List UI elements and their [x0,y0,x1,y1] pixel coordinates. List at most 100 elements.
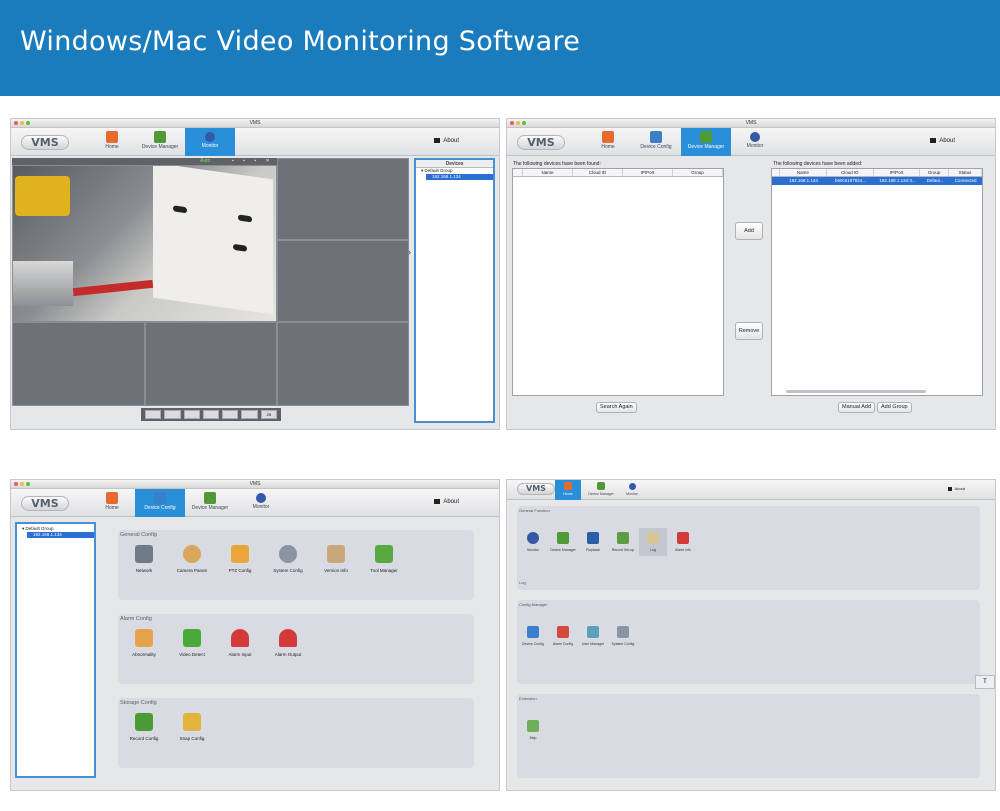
tab-device-config[interactable]: Device Config [135,489,185,517]
found-devices-table[interactable]: Name Cloud ID IP/Port Group [512,168,724,396]
add-group-button[interactable]: Add Group [877,402,912,413]
tab-home[interactable]: Home [555,480,581,500]
layout-25-button[interactable]: 25 [260,410,277,419]
about-button[interactable]: About [434,138,459,144]
system-config-shortcut[interactable]: System Config [609,626,637,646]
layout-9-button[interactable] [222,410,239,419]
video-detect-button[interactable]: Video Detect [167,629,217,657]
monitor-window: VMS VMS Home Device Manager Monitor Abou… [10,118,500,430]
video-cell-2[interactable] [277,158,409,240]
alarm-output-button[interactable]: Alarm Output [263,629,313,657]
ptz-config-button[interactable]: PTZ Config [215,545,265,573]
tab-home-label: Home [105,144,119,150]
network-button[interactable]: Network [119,545,169,573]
about-button[interactable]: About [434,499,459,505]
add-button[interactable]: Add [735,222,763,240]
found-table-header: Name Cloud ID IP/Port Group [513,169,723,177]
equipment-image [13,261,73,306]
video-cell-3[interactable] [277,240,409,322]
device-config-shortcut[interactable]: Device Config [519,626,547,646]
column-header[interactable]: IP/Port [623,169,673,176]
tree-device[interactable]: 192.168.1.134 [426,174,493,180]
tab-monitor[interactable]: Monitor [185,128,235,156]
device-config-window: VMS VMS Home Device Config Device Manage… [10,479,500,791]
tab-monitor-label: Monitor [201,143,219,149]
added-devices-table[interactable]: Name Cloud ID IP/Port Group Status 192.1… [771,168,983,396]
device-manager-shortcut[interactable]: Device Manager [549,532,577,552]
about-button[interactable]: About [947,486,965,491]
monitor-icon [256,493,266,503]
about-button[interactable]: About [930,138,955,144]
tab-device-config[interactable]: Device Config [633,128,679,156]
select-column[interactable] [513,169,523,176]
column-header[interactable]: Name [523,169,573,176]
video-controls[interactable]: ▪ ▪ ▪ ✕ [232,158,274,165]
layout-4-button[interactable] [164,410,181,419]
alarm-config-shortcut[interactable]: Alarm Config [549,626,577,646]
tab-home[interactable]: Home [99,128,125,156]
home-icon [602,131,614,143]
tab-device-manager[interactable]: Device Manager [137,128,183,156]
tab-monitor[interactable]: Monitor [619,480,645,500]
tab-monitor[interactable]: Monitor [243,489,279,517]
shortcut-label: Alarm Config [552,642,574,646]
tab-device-manager[interactable]: Device Manager [583,480,619,500]
tab-home[interactable]: Home [99,489,125,517]
abnormality-button[interactable]: Abnormality [119,629,169,657]
monitor-shortcut[interactable]: Monitor [519,532,547,552]
column-header[interactable]: Cloud ID [827,169,874,176]
horizontal-scrollbar[interactable] [786,390,926,393]
vms-logo: VMS [517,483,555,495]
alarm-input-button[interactable]: Alarm Input [215,629,265,657]
column-header[interactable]: Group [920,169,949,176]
layout-8-button[interactable] [202,410,220,419]
layout-1-button[interactable] [145,410,162,419]
collapse-chevron-icon[interactable]: › [408,247,411,257]
column-header[interactable]: Name [780,169,827,176]
tree-device[interactable]: 192.168.1.134 [27,532,94,538]
system-config-button[interactable]: System Config [263,545,313,573]
video-cell-6[interactable] [277,322,409,406]
record-setup-shortcut[interactable]: Record Set-up [609,532,637,552]
record-config-button[interactable]: Record Config [119,713,169,741]
user-manager-shortcut[interactable]: User Manager [579,626,607,646]
table-row[interactable]: 192.168.1.134 b60c6197824... 192.168.1.1… [772,177,982,185]
cell-cloud-id: b60c6197824... [834,178,866,183]
map-shortcut[interactable]: Map [519,720,547,740]
version-info-button[interactable]: Version Info [311,545,361,573]
tab-device-manager[interactable]: Device Manager [187,489,233,517]
snap-config-button[interactable]: Snap Config [167,713,217,741]
home-icon [106,492,118,504]
device-manager-icon [700,131,712,143]
record-icon [617,532,629,544]
column-header[interactable]: Cloud ID [573,169,623,176]
device-tree-panel: ▾ Default Group 192.168.1.134 [15,522,96,778]
toolbar: VMS Home Device Config Device Manager Mo… [507,128,995,156]
layout-16-button[interactable] [241,410,258,419]
select-column[interactable] [772,169,780,176]
video-cell-4[interactable] [12,322,145,406]
search-again-button[interactable]: Search Again [596,402,637,413]
column-header[interactable]: Group [673,169,723,176]
tab-monitor[interactable]: Monitor [737,128,773,156]
devices-title: Devices [416,160,493,168]
camera-param-button[interactable]: Camera Param [167,545,217,573]
group-title: Extension [519,696,537,701]
alarm-info-shortcut[interactable]: Alarm Info [669,532,697,552]
playback-shortcut[interactable]: Playback [579,532,607,552]
manual-add-button[interactable]: Manual Add [838,402,876,413]
remove-button[interactable]: Remove [735,322,763,340]
tab-home[interactable]: Home [595,128,621,156]
alarm-output-label: Alarm Output [274,652,302,657]
video-feed[interactable] [12,165,277,322]
tool-manager-button[interactable]: Tool Manager [359,545,409,573]
device-config-icon [154,492,166,504]
column-header[interactable]: Status [949,169,982,176]
layout-6-button[interactable] [183,410,200,419]
side-toggle-button[interactable]: T [975,675,995,689]
column-header[interactable]: IP/Port [874,169,921,176]
motion-icon [183,629,201,647]
video-cell-5[interactable] [145,322,277,406]
log-shortcut[interactable]: Log [639,528,667,556]
tab-device-manager[interactable]: Device Manager [681,128,731,156]
